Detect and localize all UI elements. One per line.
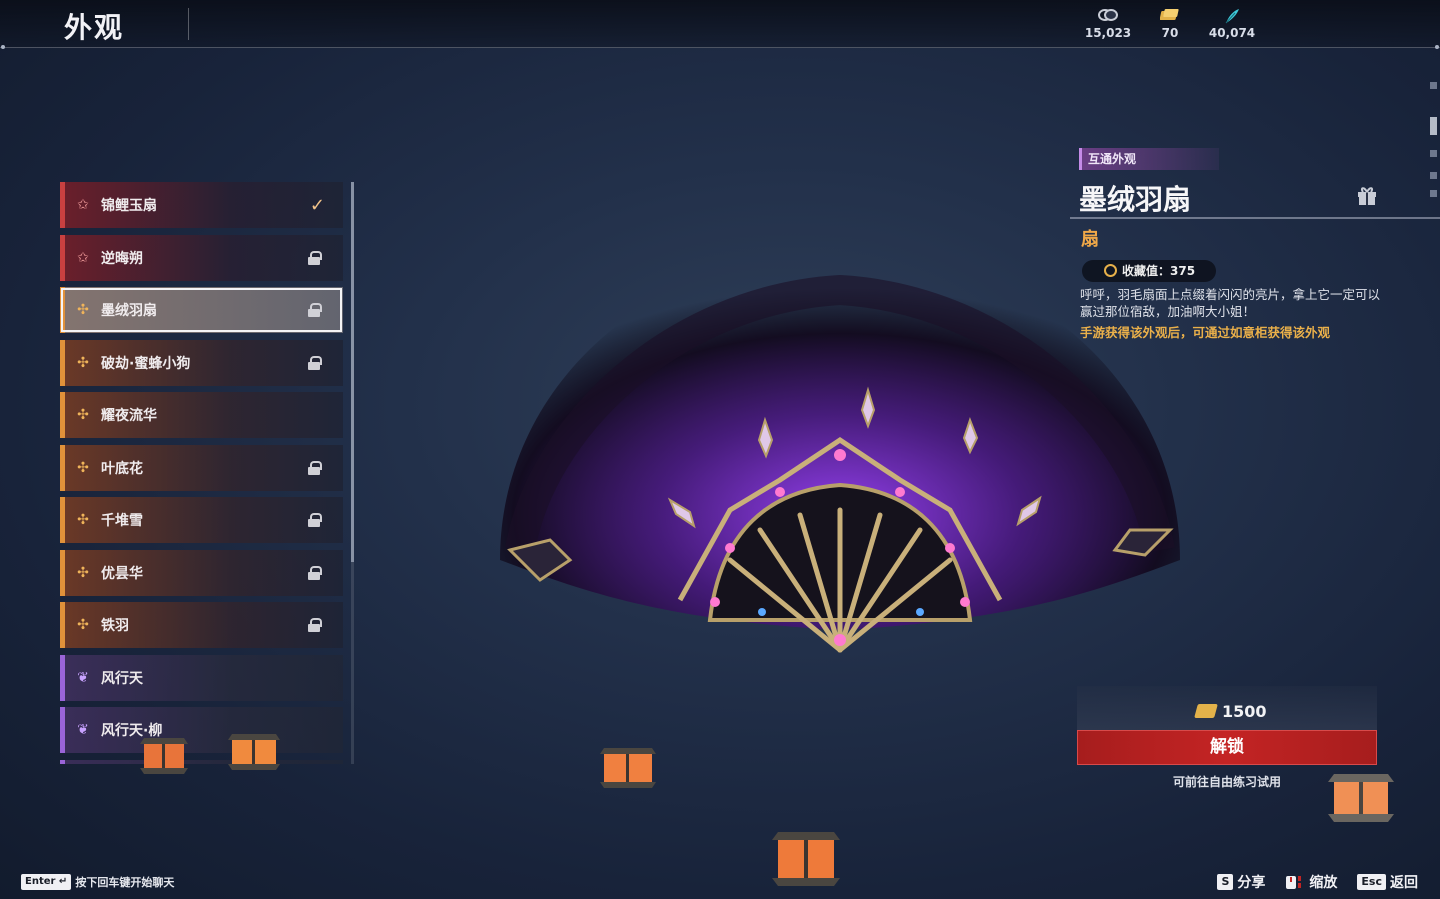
share-key-badge: S (1217, 874, 1234, 890)
side-indicator (1430, 82, 1437, 89)
collection-icon (1104, 264, 1117, 277)
unlock-button[interactable]: 解锁 (1077, 730, 1377, 765)
floating-lantern (140, 738, 188, 774)
list-item-name: 优昙华 (101, 566, 143, 582)
gift-icon[interactable] (1356, 184, 1378, 206)
rarity-sparkle-icon: ✣ (77, 407, 89, 423)
edge-marker (1, 45, 5, 49)
list-item[interactable]: ✩ 锦鲤玉扇 ✓ (60, 182, 343, 228)
list-item-name: 破劫·蜜蜂小狗 (101, 356, 191, 372)
list-item[interactable]: ✣ 优昙华 (60, 550, 343, 596)
currency-feather: 40,074 (1202, 8, 1262, 40)
title-underline (1070, 217, 1440, 219)
rarity-star-icon: ✩ (77, 250, 89, 266)
side-indicator-active (1430, 117, 1437, 135)
item-title: 墨绒羽扇 (1079, 183, 1192, 216)
rarity-star-icon: ✩ (77, 197, 89, 213)
crossplay-tag: 互通外观 (1079, 148, 1219, 170)
list-item[interactable]: ✣ 耀夜流华 (60, 392, 343, 438)
list-item-name: 叶底花 (101, 461, 143, 477)
mouse-wheel-icon (1286, 876, 1302, 889)
currency-feather-value: 40,074 (1208, 26, 1256, 40)
esc-key-badge: Esc (1357, 874, 1386, 890)
list-item-name: 逆晦朔 (101, 251, 143, 267)
share-label: 分享 (1237, 875, 1266, 891)
feather-icon (1202, 8, 1262, 26)
lock-icon (307, 461, 323, 475)
list-item[interactable]: ✣ 叶底花 (60, 445, 343, 491)
acquire-hint: 手游获得该外观后，可通过如意柜获得该外观 (1080, 325, 1331, 340)
zoom-button[interactable]: 缩放 (1285, 872, 1337, 892)
page-title: 外观 (64, 11, 125, 44)
zoom-label: 缩放 (1309, 875, 1338, 891)
coin-icon (1078, 8, 1138, 26)
rarity-sparkle-icon: ✣ (77, 302, 89, 318)
equipped-check-icon: ✓ (309, 194, 325, 216)
list-item-name: 风行天 (101, 671, 143, 687)
chat-hint: Enter ↵ 按下回车键开始聊天 (21, 874, 174, 890)
edge-marker (1435, 45, 1439, 49)
rarity-sparkle-icon: ✣ (77, 355, 89, 371)
list-item[interactable]: ✣ 千堆雪 (60, 497, 343, 543)
side-indicator (1430, 150, 1437, 157)
list-item[interactable]: ✩ 逆晦朔 (60, 235, 343, 281)
price-display: 1500 (1194, 700, 1267, 722)
collection-value-text: 收藏值：375 (1122, 264, 1196, 278)
lock-icon (307, 303, 323, 317)
lock-icon (307, 251, 323, 265)
floating-lantern (600, 748, 656, 788)
back-label: 返回 (1390, 875, 1418, 891)
list-item-name: 耀夜流华 (101, 408, 157, 424)
collection-value-badge: 收藏值：375 (1082, 260, 1216, 282)
lock-icon (307, 356, 323, 370)
list-item-name: 墨绒羽扇 (101, 303, 157, 319)
list-scrollbar-thumb[interactable] (351, 182, 354, 562)
item-description: 呼呼，羽毛扇面上点缀着闪闪的亮片，拿上它一定可以赢过那位宿敌，加油啊大小姐！ (1080, 287, 1381, 319)
enter-key-badge: Enter ↵ (21, 874, 72, 890)
currency-coin: 15,023 (1078, 8, 1138, 40)
try-hint: 可前往自由练习试用 (1172, 775, 1281, 789)
price-value: 1500 (1222, 701, 1267, 721)
rarity-flower-icon: ❦ (77, 670, 89, 686)
appearance-list: ✩ 锦鲤玉扇 ✓ ✩ 逆晦朔 ✣ 墨绒羽扇 ✣ 破劫·蜜蜂小狗 ✣ 耀夜流华 ✣… (60, 182, 350, 764)
title-divider (188, 8, 189, 40)
rarity-sparkle-icon: ✣ (77, 460, 89, 476)
floating-lantern (228, 734, 280, 770)
rarity-sparkle-icon: ✣ (77, 512, 89, 528)
chat-hint-text: 按下回车键开始聊天 (75, 876, 175, 889)
footer-actions: S 分享 缩放 Esc 返回 (1197, 872, 1418, 892)
ticket-icon (1140, 8, 1200, 26)
list-item[interactable]: ✣ 破劫·蜜蜂小狗 (60, 340, 343, 386)
list-item-selected[interactable]: ✣ 墨绒羽扇 (60, 287, 343, 333)
side-indicator (1430, 172, 1437, 179)
share-button[interactable]: S 分享 (1217, 872, 1265, 892)
rarity-sparkle-icon: ✣ (77, 565, 89, 581)
list-scrollbar[interactable] (351, 182, 354, 764)
rarity-flower-icon: ❦ (77, 722, 89, 738)
back-button[interactable]: Esc 返回 (1357, 872, 1418, 892)
top-bar: 外观 15,023 70 40,074 (0, 0, 1440, 48)
list-item[interactable] (60, 760, 343, 764)
list-item[interactable]: ❦ 风行天 (60, 655, 343, 701)
rarity-sparkle-icon: ✣ (77, 617, 89, 633)
currency-coin-value: 15,023 (1084, 26, 1132, 40)
item-type: 扇 (1081, 229, 1099, 250)
list-item-name: 锦鲤玉扇 (101, 198, 157, 214)
list-item-name: 千堆雪 (101, 513, 143, 529)
list-item-name: 铁羽 (101, 618, 129, 634)
ticket-icon (1194, 704, 1218, 718)
currency-ticket-value: 70 (1161, 26, 1179, 40)
lock-icon (307, 513, 323, 527)
list-item[interactable]: ❦ 风行天·柳 (60, 707, 343, 753)
lock-icon (307, 618, 323, 632)
side-indicator (1430, 190, 1437, 197)
list-item[interactable]: ✣ 铁羽 (60, 602, 343, 648)
currency-ticket: 70 (1140, 8, 1200, 40)
floating-lantern (772, 832, 840, 886)
lock-icon (307, 566, 323, 580)
